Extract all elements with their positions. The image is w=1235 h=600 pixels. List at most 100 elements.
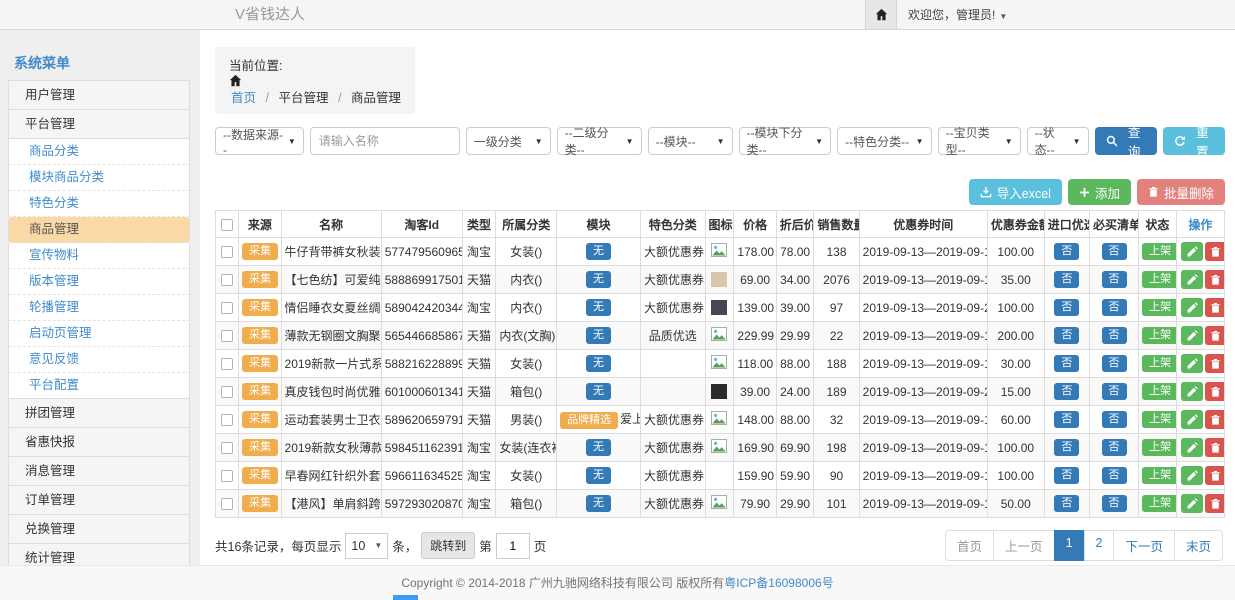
import-select-toggle[interactable]: 否 bbox=[1054, 299, 1079, 316]
row-checkbox[interactable] bbox=[221, 274, 233, 286]
delete-button[interactable] bbox=[1205, 242, 1225, 261]
row-checkbox[interactable] bbox=[221, 302, 233, 314]
must-buy-toggle[interactable]: 否 bbox=[1102, 495, 1127, 512]
must-buy-toggle[interactable]: 否 bbox=[1102, 439, 1127, 456]
row-checkbox[interactable] bbox=[221, 414, 233, 426]
page-number-input[interactable] bbox=[496, 533, 530, 559]
breadcrumb-home-link[interactable]: 首页 bbox=[231, 91, 256, 105]
row-checkbox[interactable] bbox=[221, 358, 233, 370]
edit-button[interactable] bbox=[1181, 438, 1203, 457]
filter-select[interactable]: --宝贝类型--▼ bbox=[938, 127, 1021, 155]
filter-select[interactable]: --特色分类--▼ bbox=[837, 127, 932, 155]
sidebar-item[interactable]: 平台配置 bbox=[8, 373, 190, 399]
status-toggle[interactable]: 上架 bbox=[1142, 383, 1176, 400]
filter-select[interactable]: --二级分类--▼ bbox=[557, 127, 642, 155]
status-toggle[interactable]: 上架 bbox=[1142, 439, 1176, 456]
sidebar-item[interactable]: 版本管理 bbox=[8, 269, 190, 295]
row-checkbox[interactable] bbox=[221, 246, 233, 258]
delete-button[interactable] bbox=[1205, 466, 1225, 485]
must-buy-toggle[interactable]: 否 bbox=[1102, 327, 1127, 344]
search-button[interactable]: 查询 bbox=[1095, 127, 1157, 155]
must-buy-toggle[interactable]: 否 bbox=[1102, 271, 1127, 288]
status-toggle[interactable]: 上架 bbox=[1142, 271, 1176, 288]
import-select-toggle[interactable]: 否 bbox=[1054, 411, 1079, 428]
select-all-checkbox[interactable] bbox=[221, 219, 233, 231]
user-menu[interactable]: 欢迎您，管理员!▼ bbox=[908, 0, 1007, 32]
sidebar-item[interactable]: 用户管理 bbox=[8, 80, 190, 110]
sidebar-item[interactable]: 兑换管理 bbox=[8, 514, 190, 544]
delete-button[interactable] bbox=[1205, 382, 1225, 401]
per-page-select[interactable]: 10▼ bbox=[345, 533, 388, 559]
sidebar-item-active[interactable]: 商品管理 bbox=[8, 217, 190, 243]
status-toggle[interactable]: 上架 bbox=[1142, 243, 1176, 260]
status-toggle[interactable]: 上架 bbox=[1142, 299, 1176, 316]
status-toggle[interactable]: 上架 bbox=[1142, 495, 1176, 512]
delete-button[interactable] bbox=[1205, 270, 1225, 289]
status-toggle[interactable]: 上架 bbox=[1142, 327, 1176, 344]
sidebar-item[interactable]: 宣传物料 bbox=[8, 243, 190, 269]
status-toggle[interactable]: 上架 bbox=[1142, 467, 1176, 484]
sidebar-item[interactable]: 特色分类 bbox=[8, 191, 190, 217]
delete-button[interactable] bbox=[1205, 438, 1225, 457]
delete-button[interactable] bbox=[1205, 410, 1225, 429]
delete-button[interactable] bbox=[1205, 494, 1225, 513]
must-buy-toggle[interactable]: 否 bbox=[1102, 243, 1127, 260]
jump-button[interactable]: 跳转到 bbox=[421, 532, 475, 559]
pagination-button[interactable]: 2 bbox=[1084, 530, 1115, 561]
import-excel-button[interactable]: 导入excel bbox=[969, 179, 1062, 205]
must-buy-toggle[interactable]: 否 bbox=[1102, 467, 1127, 484]
must-buy-toggle[interactable]: 否 bbox=[1102, 299, 1127, 316]
import-select-toggle[interactable]: 否 bbox=[1054, 439, 1079, 456]
edit-button[interactable] bbox=[1181, 354, 1203, 373]
import-select-toggle[interactable]: 否 bbox=[1054, 467, 1079, 484]
row-checkbox[interactable] bbox=[221, 330, 233, 342]
pagination-button[interactable]: 末页 bbox=[1174, 530, 1223, 561]
must-buy-toggle[interactable]: 否 bbox=[1102, 411, 1127, 428]
batch-delete-button[interactable]: 批量删除 bbox=[1137, 179, 1225, 205]
sidebar-item[interactable]: 轮播管理 bbox=[8, 295, 190, 321]
edit-button[interactable] bbox=[1181, 270, 1203, 289]
row-checkbox[interactable] bbox=[221, 386, 233, 398]
sidebar-item[interactable]: 拼团管理 bbox=[8, 398, 190, 428]
icp-link[interactable]: 粤ICP备16098006号 bbox=[724, 576, 833, 590]
reset-button[interactable]: 重置 bbox=[1163, 127, 1225, 155]
import-select-toggle[interactable]: 否 bbox=[1054, 495, 1079, 512]
edit-button[interactable] bbox=[1181, 326, 1203, 345]
sidebar-item[interactable]: 意见反馈 bbox=[8, 347, 190, 373]
pagination-button[interactable]: 1 bbox=[1054, 530, 1085, 561]
sidebar-item[interactable]: 模块商品分类 bbox=[8, 165, 190, 191]
import-select-toggle[interactable]: 否 bbox=[1054, 355, 1079, 372]
sidebar-item[interactable]: 平台管理 bbox=[8, 109, 190, 139]
must-buy-toggle[interactable]: 否 bbox=[1102, 355, 1127, 372]
filter-select[interactable]: --模块下分类--▼ bbox=[739, 127, 832, 155]
row-checkbox[interactable] bbox=[221, 498, 233, 510]
filter-select[interactable]: --状态--▼ bbox=[1027, 127, 1089, 155]
must-buy-toggle[interactable]: 否 bbox=[1102, 383, 1127, 400]
delete-button[interactable] bbox=[1205, 298, 1225, 317]
edit-button[interactable] bbox=[1181, 298, 1203, 317]
filter-select[interactable]: --模块--▼ bbox=[648, 127, 733, 155]
row-checkbox[interactable] bbox=[221, 470, 233, 482]
status-toggle[interactable]: 上架 bbox=[1142, 355, 1176, 372]
edit-button[interactable] bbox=[1181, 242, 1203, 261]
name-search-input[interactable] bbox=[310, 127, 460, 155]
filter-select[interactable]: 一级分类▼ bbox=[466, 127, 551, 155]
home-button[interactable] bbox=[865, 0, 897, 29]
delete-button[interactable] bbox=[1205, 354, 1225, 373]
row-checkbox[interactable] bbox=[221, 442, 233, 454]
sidebar-item[interactable]: 订单管理 bbox=[8, 485, 190, 515]
pagination-button[interactable]: 首页 bbox=[945, 530, 994, 561]
sidebar-item[interactable]: 消息管理 bbox=[8, 456, 190, 486]
pagination-button[interactable]: 下一页 bbox=[1113, 530, 1175, 561]
pagination-button[interactable]: 上一页 bbox=[993, 530, 1055, 561]
import-select-toggle[interactable]: 否 bbox=[1054, 327, 1079, 344]
edit-button[interactable] bbox=[1181, 494, 1203, 513]
sidebar-item[interactable]: 商品分类 bbox=[8, 139, 190, 165]
import-select-toggle[interactable]: 否 bbox=[1054, 383, 1079, 400]
edit-button[interactable] bbox=[1181, 466, 1203, 485]
sidebar-item[interactable]: 省惠快报 bbox=[8, 427, 190, 457]
edit-button[interactable] bbox=[1181, 410, 1203, 429]
filter-select[interactable]: --数据来源--▼ bbox=[215, 127, 304, 155]
status-toggle[interactable]: 上架 bbox=[1142, 411, 1176, 428]
edit-button[interactable] bbox=[1181, 382, 1203, 401]
